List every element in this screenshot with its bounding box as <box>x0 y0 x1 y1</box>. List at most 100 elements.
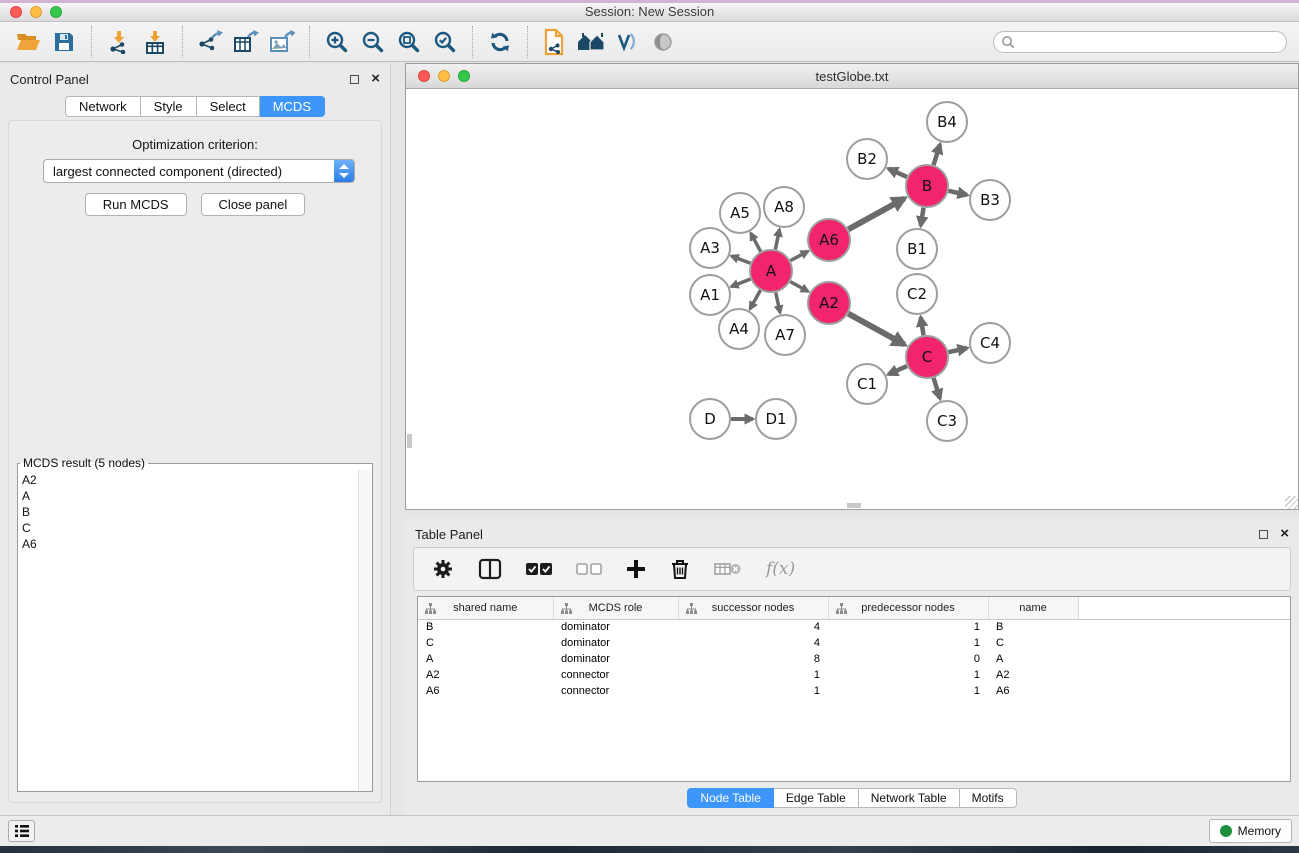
tab-motifs[interactable]: Motifs <box>960 788 1017 808</box>
table-row[interactable]: A2connector11A2 <box>418 667 1290 683</box>
graph-edge-A6-B[interactable] <box>848 198 904 229</box>
network-window-titlebar[interactable]: testGlobe.txt <box>406 64 1298 89</box>
function-builder-icon[interactable]: f(x) <box>766 559 795 579</box>
delete-table-icon[interactable] <box>714 561 742 577</box>
graph-node-C2[interactable]: C2 <box>897 274 937 314</box>
column-header[interactable]: shared name <box>418 597 553 619</box>
save-session-icon[interactable] <box>46 26 82 58</box>
search-input[interactable] <box>993 31 1287 53</box>
delete-column-icon[interactable] <box>670 558 690 580</box>
graph-node-A1[interactable]: A1 <box>690 275 730 315</box>
float-table-panel-icon[interactable] <box>1259 530 1268 539</box>
tab-select[interactable]: Select <box>197 96 260 117</box>
resize-grip-icon[interactable] <box>1285 496 1298 509</box>
refresh-icon[interactable] <box>482 26 518 58</box>
task-history-button[interactable] <box>8 820 35 842</box>
result-list-item[interactable]: A2 <box>22 472 358 488</box>
tab-style[interactable]: Style <box>141 96 197 117</box>
export-image-icon[interactable] <box>264 26 300 58</box>
result-list-item[interactable]: B <box>22 504 358 520</box>
memory-button[interactable]: Memory <box>1209 819 1292 843</box>
network-document-icon[interactable] <box>537 26 573 58</box>
graph-node-A3[interactable]: A3 <box>690 228 730 268</box>
graph-node-B4[interactable]: B4 <box>927 102 967 142</box>
close-network-icon[interactable] <box>418 70 430 82</box>
deselect-all-rows-icon[interactable] <box>576 562 602 576</box>
open-file-icon[interactable] <box>10 26 46 58</box>
export-network-icon[interactable] <box>192 26 228 58</box>
table-row[interactable]: Adominator80A <box>418 651 1290 667</box>
vertical-scroll-thumb[interactable] <box>407 434 412 448</box>
column-header[interactable]: predecessor nodes <box>828 597 988 619</box>
graph-node-B1[interactable]: B1 <box>897 229 937 269</box>
table-row[interactable]: Cdominator41C <box>418 635 1290 651</box>
zoom-fit-icon[interactable] <box>391 26 427 58</box>
close-window-icon[interactable] <box>10 6 22 18</box>
result-scrollbar[interactable] <box>358 470 372 791</box>
result-list-item[interactable]: A6 <box>22 536 358 552</box>
split-panel-icon[interactable] <box>478 558 502 580</box>
graph-node-A8[interactable]: A8 <box>764 187 804 227</box>
close-panel-button[interactable]: Close panel <box>201 193 306 216</box>
select-all-rows-icon[interactable] <box>526 562 552 576</box>
graph-edge-B-B3[interactable] <box>948 191 966 195</box>
graph-node-A7[interactable]: A7 <box>765 315 805 355</box>
graph-edge-A-A4[interactable] <box>750 290 760 309</box>
graph-node-C4[interactable]: C4 <box>970 323 1010 363</box>
graph-node-A4[interactable]: A4 <box>719 309 759 349</box>
column-header[interactable]: successor nodes <box>678 597 828 619</box>
tab-mcds[interactable]: MCDS <box>260 96 325 117</box>
tab-network-table[interactable]: Network Table <box>859 788 960 808</box>
window-titlebar[interactable]: Session: New Session <box>0 3 1299 22</box>
graph-edge-C-C2[interactable] <box>921 317 924 335</box>
close-panel-icon[interactable]: × <box>371 74 380 84</box>
tab-edge-table[interactable]: Edge Table <box>774 788 859 808</box>
horizontal-scroll-thumb[interactable] <box>847 503 861 508</box>
column-header[interactable]: name <box>988 597 1078 619</box>
result-list-item[interactable]: C <box>22 520 358 536</box>
graph-node-B3[interactable]: B3 <box>970 180 1010 220</box>
graph-edge-C-C1[interactable] <box>889 366 907 374</box>
graph-node-A2[interactable]: A2 <box>808 282 850 324</box>
graph-node-A[interactable]: A <box>750 250 792 292</box>
column-header[interactable]: MCDS role <box>553 597 678 619</box>
toggle-graphics-details-icon[interactable] <box>609 26 645 58</box>
graph-node-B2[interactable]: B2 <box>847 139 887 179</box>
result-list-item[interactable]: A <box>22 488 358 504</box>
table-row[interactable]: Bdominator41B <box>418 619 1290 635</box>
graph-edge-B-B4[interactable] <box>934 145 940 165</box>
graph-node-B[interactable]: B <box>906 165 948 207</box>
minimize-window-icon[interactable] <box>30 6 42 18</box>
graph-edge-A-A8[interactable] <box>775 229 779 249</box>
settings-gear-icon[interactable] <box>432 558 454 580</box>
zoom-out-icon[interactable] <box>355 26 391 58</box>
node-table-header[interactable]: shared nameMCDS rolesuccessor nodesprede… <box>418 597 1290 619</box>
graph-edge-A-A7[interactable] <box>776 292 780 312</box>
graph-node-C3[interactable]: C3 <box>927 401 967 441</box>
graph-node-A6[interactable]: A6 <box>808 219 850 261</box>
birds-eye-view-icon[interactable] <box>645 26 681 58</box>
tab-network[interactable]: Network <box>65 96 141 117</box>
graph-node-C1[interactable]: C1 <box>847 364 887 404</box>
home-icon[interactable] <box>573 26 609 58</box>
graph-edge-A2-C[interactable] <box>848 314 904 345</box>
graph-edge-C-C4[interactable] <box>948 348 966 352</box>
zoom-in-icon[interactable] <box>319 26 355 58</box>
graph-edge-B-B1[interactable] <box>921 208 924 226</box>
zoom-selected-icon[interactable] <box>427 26 463 58</box>
export-table-icon[interactable] <box>228 26 264 58</box>
graph-edge-A-A6[interactable] <box>790 251 808 260</box>
graph-edge-A-A1[interactable] <box>731 279 750 287</box>
network-canvas[interactable]: AA1A2A3A4A5A6A7A8BB1B2B3B4CC1C2C3C4DD1 <box>406 90 1298 509</box>
graph-edge-B-B2[interactable] <box>889 169 907 177</box>
import-network-icon[interactable] <box>101 26 137 58</box>
criterion-dropdown[interactable]: largest connected component (directed) <box>43 159 355 183</box>
graph-node-D[interactable]: D <box>690 399 730 439</box>
graph-node-C[interactable]: C <box>906 336 948 378</box>
graph-edge-A-A2[interactable] <box>790 282 808 292</box>
zoom-window-icon[interactable] <box>50 6 62 18</box>
graph-edge-A-A5[interactable] <box>751 233 761 251</box>
minimize-network-icon[interactable] <box>438 70 450 82</box>
tab-node-table[interactable]: Node Table <box>687 788 774 808</box>
zoom-network-icon[interactable] <box>458 70 470 82</box>
